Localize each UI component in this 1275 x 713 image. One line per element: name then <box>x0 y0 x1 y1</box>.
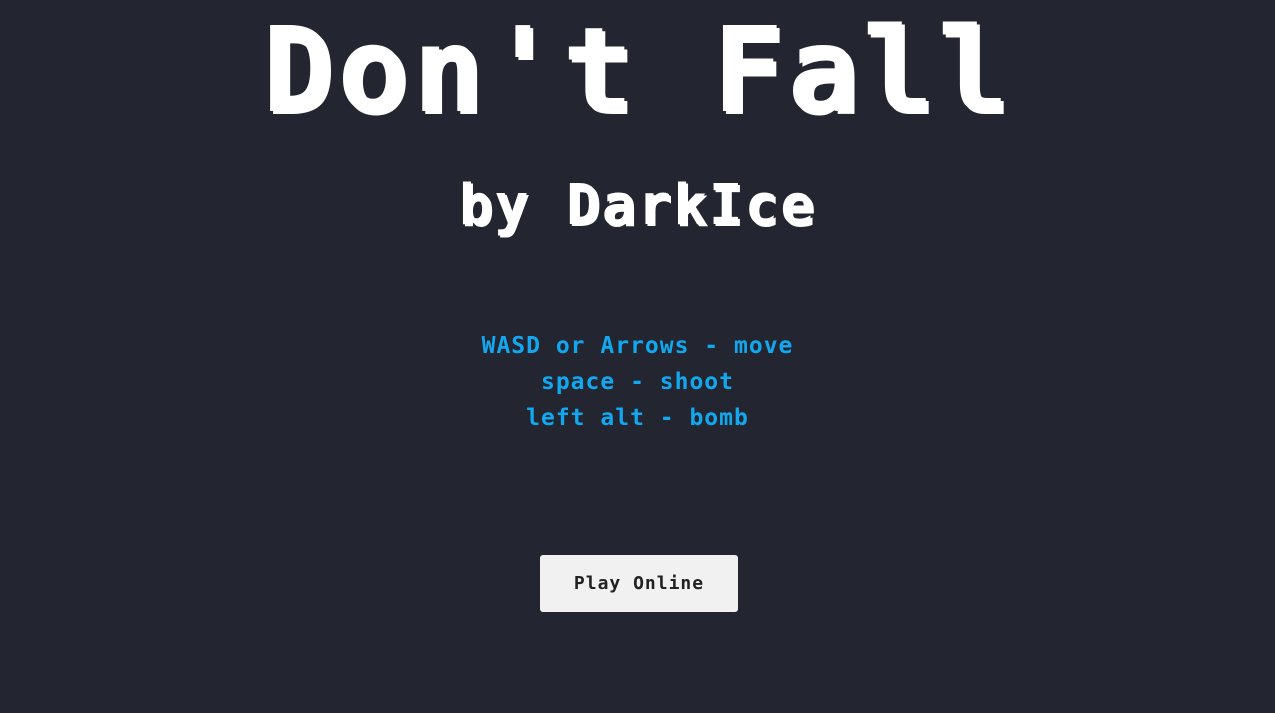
control-shoot: space - shoot <box>540 369 734 395</box>
game-title: Don't Fall <box>262 1 1013 139</box>
game-author: by DarkIce <box>458 173 817 238</box>
control-move: WASD or Arrows - move <box>481 333 794 359</box>
controls-instructions: WASD or Arrows - move space - shoot left… <box>0 328 1275 436</box>
control-bomb: left alt - bomb <box>526 405 749 431</box>
play-online-button[interactable]: Play Online <box>540 555 738 612</box>
